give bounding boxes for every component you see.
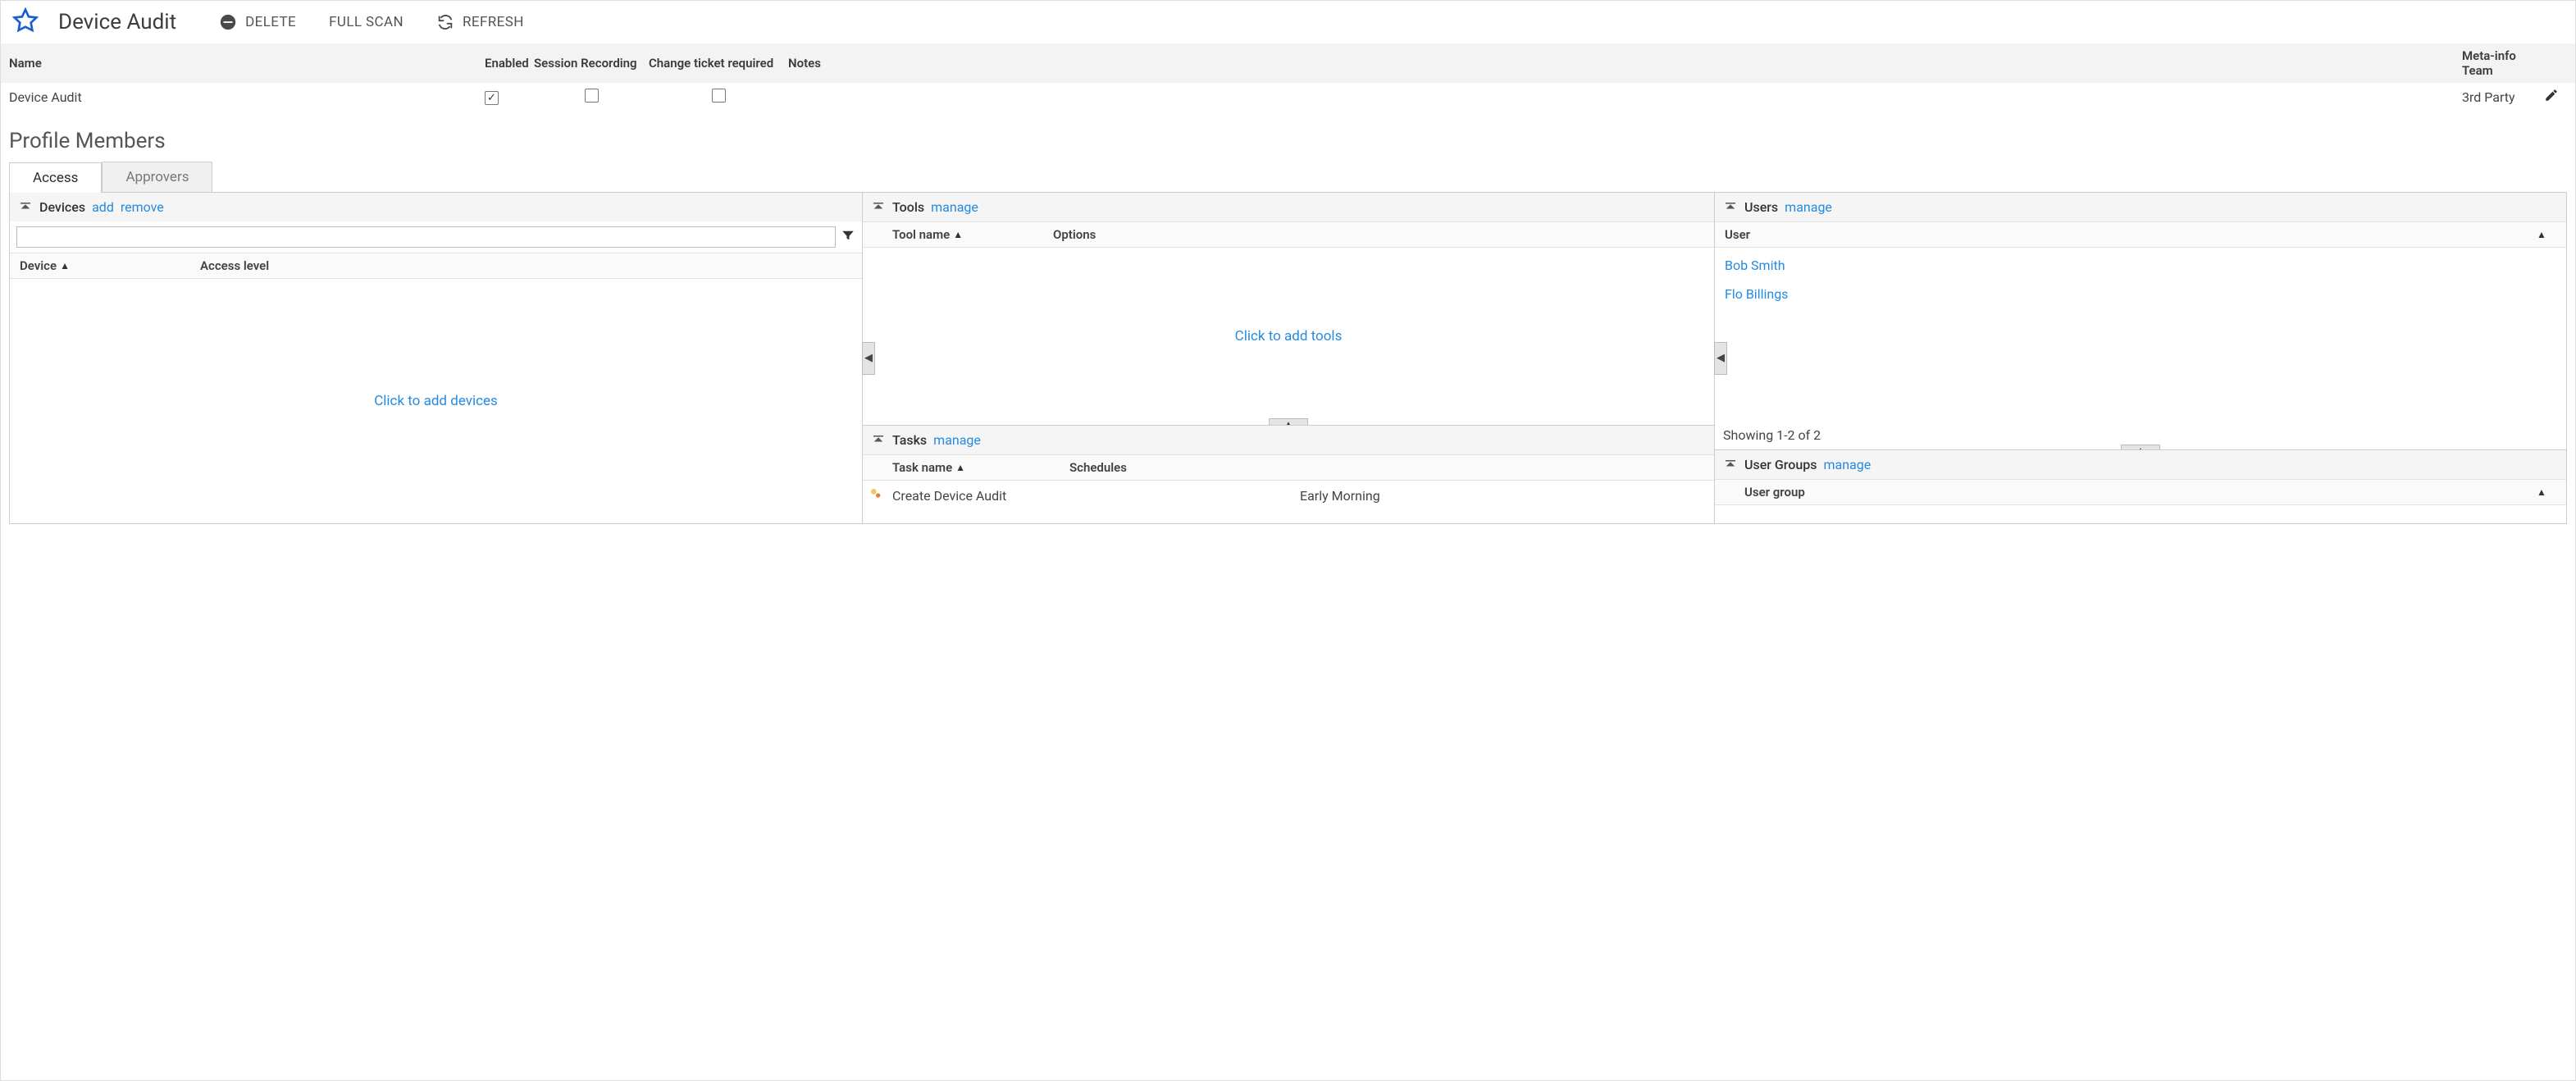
devices-search-wrap (10, 221, 862, 253)
sort-asc-icon: ▲ (953, 229, 963, 240)
change-ticket-checkbox[interactable] (712, 89, 726, 103)
full-scan-button[interactable]: FULL SCAN (322, 11, 410, 34)
top-toolbar: Device Audit DELETE FULL SCAN REFRESH (1, 1, 2575, 43)
section-title: Profile Members (1, 111, 2575, 162)
column-collapse-left[interactable]: ◀ (1714, 342, 1727, 375)
tools-col-options[interactable]: Options (1053, 227, 1704, 242)
users-panel: Users manage User ▲ Bob Smith Flo Billin… (1715, 193, 2566, 449)
user-groups-manage-link[interactable]: manage (1823, 457, 1871, 472)
user-groups-panel-header: User Groups manage (1715, 450, 2566, 479)
col-change-ticket: Change ticket required (649, 56, 788, 71)
sort-asc-icon: ▲ (60, 260, 70, 271)
task-icon (869, 487, 892, 504)
user-link[interactable]: Bob Smith (1715, 251, 2566, 280)
devices-body: Click to add devices (10, 279, 862, 523)
overview-name: Device Audit (9, 89, 485, 105)
devices-grid-header: Device▲ Access level (10, 253, 862, 279)
tasks-grid-header: Task name▲ Schedules (863, 454, 1714, 481)
enabled-checkbox[interactable] (485, 91, 499, 105)
overview-data-row: Device Audit 3rd Party (1, 83, 2575, 111)
page-title: Device Audit (58, 10, 176, 34)
overview-header-row: Name Enabled Session Recording Change ti… (1, 43, 2575, 83)
tab-access[interactable]: Access (9, 162, 102, 193)
minus-circle-icon (219, 13, 237, 31)
tasks-row[interactable]: Create Device Audit Early Morning (863, 481, 1714, 510)
col-enabled: Enabled (485, 56, 534, 71)
collapse-up-icon[interactable] (871, 200, 886, 215)
devices-column: Devices add remove Device▲ Access level … (10, 193, 862, 523)
col-name: Name (9, 56, 485, 71)
tasks-title: Tasks (892, 432, 927, 448)
collapse-up-icon[interactable] (1723, 458, 1738, 472)
tasks-panel-header: Tasks manage (863, 426, 1714, 454)
user-groups-title: User Groups (1744, 457, 1817, 472)
users-col-user[interactable]: User (1725, 227, 2537, 242)
refresh-button[interactable]: REFRESH (430, 10, 531, 34)
devices-remove-link[interactable]: remove (121, 199, 164, 215)
user-groups-grid-header: User group ▲ (1715, 479, 2566, 505)
tools-placeholder[interactable]: Click to add tools (1235, 328, 1343, 344)
tools-manage-link[interactable]: manage (931, 199, 978, 215)
delete-button[interactable]: DELETE (212, 10, 303, 34)
star-icon[interactable] (12, 7, 39, 37)
users-list: Bob Smith Flo Billings (1715, 248, 2566, 312)
edit-icon[interactable] (2544, 88, 2567, 106)
tasks-col-name[interactable]: Task name▲ (873, 460, 1069, 475)
tasks-panel: Tasks manage Task name▲ Schedules Create… (863, 425, 1714, 523)
tasks-manage-link[interactable]: manage (933, 432, 981, 448)
user-groups-col[interactable]: User group (1725, 485, 2537, 499)
tab-row: Access Approvers (9, 162, 2567, 193)
refresh-icon (436, 13, 454, 31)
devices-col-device[interactable]: Device▲ (20, 258, 200, 273)
devices-add-link[interactable]: add (92, 199, 114, 215)
devices-col-access[interactable]: Access level (200, 258, 852, 273)
tools-body: Click to add tools (863, 248, 1714, 425)
users-manage-link[interactable]: manage (1785, 199, 1832, 215)
collapse-up-icon[interactable] (18, 200, 33, 215)
session-recording-checkbox[interactable] (585, 89, 599, 103)
collapse-up-icon[interactable] (871, 433, 886, 448)
col-notes: Notes (788, 56, 2462, 71)
tools-col-name[interactable]: Tool name▲ (873, 227, 1053, 242)
devices-search-input[interactable] (16, 226, 836, 248)
panel-area: Devices add remove Device▲ Access level … (9, 193, 2567, 524)
overview-team: 3rd Party (2462, 89, 2544, 105)
devices-title: Devices (39, 199, 85, 215)
tools-grid-header: Tool name▲ Options (863, 221, 1714, 248)
tools-panel-header: Tools manage (863, 193, 1714, 221)
tools-tasks-column: ◀ Tools manage Tool name▲ Options Click … (862, 193, 1714, 523)
tools-title: Tools (892, 199, 924, 215)
sort-asc-icon: ▲ (955, 462, 965, 473)
users-panel-header: Users manage (1715, 193, 2566, 221)
filter-icon[interactable] (841, 228, 855, 246)
devices-panel-header: Devices add remove (10, 193, 862, 221)
task-schedule: Early Morning (1300, 488, 1707, 504)
column-collapse-left[interactable]: ◀ (862, 342, 875, 375)
sort-asc-icon[interactable]: ▲ (2537, 486, 2556, 498)
users-title: Users (1744, 199, 1778, 215)
tab-approvers[interactable]: Approvers (102, 162, 212, 192)
task-name: Create Device Audit (892, 488, 1300, 504)
col-session-recording: Session Recording (534, 56, 649, 71)
user-groups-panel: User Groups manage User group ▲ (1715, 449, 2566, 523)
users-groups-column: ◀ Users manage User ▲ Bob Smith Flo Bill… (1714, 193, 2566, 523)
sort-asc-icon[interactable]: ▲ (2537, 229, 2556, 240)
devices-placeholder[interactable]: Click to add devices (374, 393, 498, 409)
users-grid-header: User ▲ (1715, 221, 2566, 248)
user-link[interactable]: Flo Billings (1715, 280, 2566, 308)
collapse-up-icon[interactable] (1723, 200, 1738, 215)
tools-panel: Tools manage Tool name▲ Options Click to… (863, 193, 1714, 425)
tasks-col-schedules[interactable]: Schedules (1069, 460, 1704, 475)
col-meta-team: Meta-info Team (2462, 48, 2544, 78)
